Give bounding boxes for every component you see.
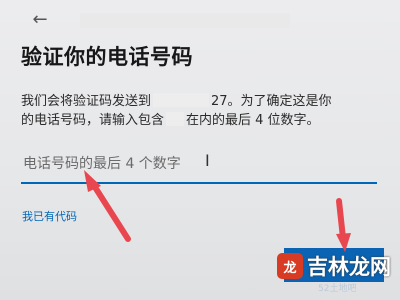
header-bar: ← xyxy=(18,4,338,30)
annotation-arrow-button xyxy=(336,198,351,252)
redacted-digits xyxy=(166,112,185,126)
watermark-logo: 龙 xyxy=(277,253,303,279)
description-line-1-start: 我们会将验证码发送到 xyxy=(21,94,152,109)
description-line-2: 的电话号码，请输入包含 在内的最后 4 位数字。 xyxy=(21,111,391,130)
redacted-phone-number xyxy=(153,93,210,107)
arrow-left-icon: ← xyxy=(32,8,48,30)
description-line-2-start: 的电话号码，请输入包含 xyxy=(21,113,165,128)
page-description: 我们会将验证码发送到 27。为了确定这是你 的电话号码，请输入包含 在内的最后 4 … xyxy=(21,92,391,130)
page-title: 验证你的电话号码 xyxy=(21,45,193,69)
have-code-link[interactable]: 我已有代码 xyxy=(22,208,77,224)
watermark-subtext: 52土地吧 xyxy=(318,284,357,294)
description-line-1: 我们会将验证码发送到 27。为了确定这是你 xyxy=(21,92,391,111)
redacted-account-email xyxy=(80,13,290,28)
watermark-brand: 吉林龙网 xyxy=(307,255,391,279)
description-line-2-end: 在内的最后 4 位数字。 xyxy=(186,113,320,128)
back-button[interactable]: ← xyxy=(28,8,52,30)
text-cursor-icon: I xyxy=(205,151,210,170)
screen: ← 验证你的电话号码 我们会将验证码发送到 27。为了确定这是你 的电话号码，请输… xyxy=(0,0,400,300)
description-line-1-end: 27。为了确定这是你 xyxy=(211,94,332,109)
watermark: 龙 吉林龙网 xyxy=(277,251,391,281)
phone-input-placeholder: 电话号码的最后 4 个数字 xyxy=(23,156,181,172)
phone-last-digits-input[interactable]: 电话号码的最后 4 个数字 I xyxy=(21,148,377,184)
